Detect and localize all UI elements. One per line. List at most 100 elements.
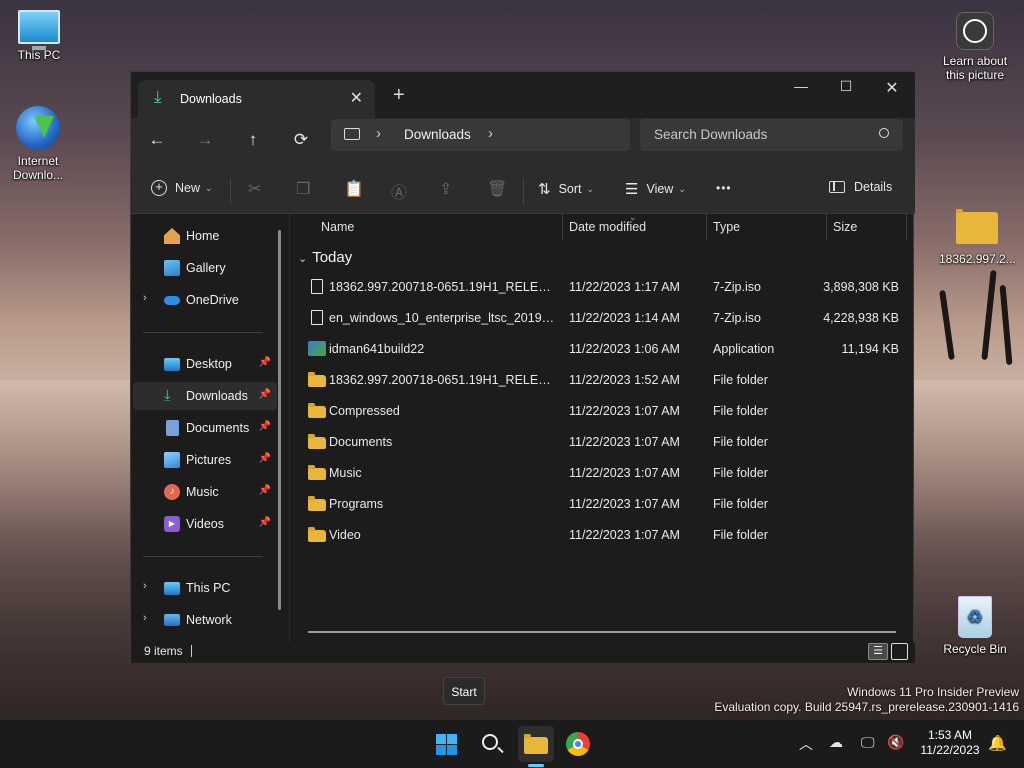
column-header-type[interactable]: Type [713,220,740,234]
desktop-icon-label: Internet Downlo... [12,154,64,182]
table-row[interactable]: Documents 11/22/2023 1:07 AM File folder [290,427,915,458]
minimize-button[interactable]: — [778,78,824,94]
desktop-icon-recycle-bin[interactable]: ♻ Recycle Bin [939,596,1011,656]
onedrive-offline-icon[interactable]: ☁ [829,734,843,751]
gallery-icon [164,260,180,276]
show-hidden-icons-chevron[interactable]: ︿ [799,734,813,754]
tiles-view-icon[interactable] [891,643,908,660]
new-button[interactable]: + New ⌄ [151,180,213,196]
search-icon [879,128,889,138]
sidebar-item-desktop[interactable]: Desktop 📌 [133,350,277,378]
desktop-icon-label: Learn about this picture [942,54,1008,82]
maximize-button[interactable]: ☐ [823,78,869,95]
column-separator[interactable] [906,214,907,240]
column-header-date-modified[interactable]: Date modified [569,220,646,234]
desktop-icon-internet-download-manager[interactable]: Internet Downlo... [2,106,74,182]
table-row[interactable]: 18362.997.200718-0651.19H1_RELEASE_SVC_R… [290,365,915,396]
start-button[interactable] [428,726,464,762]
desktop-icon-label: This PC [17,48,61,62]
volume-muted-icon[interactable]: 🔇 [887,734,904,751]
paste-icon[interactable]: 📋 [344,179,364,199]
sidebar-item-videos[interactable]: ▶ Videos 📌 [133,510,277,538]
evaluation-watermark: Windows 11 Pro Insider Preview Evaluatio… [714,685,1019,715]
table-row[interactable]: Programs 11/22/2023 1:07 AM File folder [290,489,915,520]
search-input[interactable]: Search Downloads [640,119,903,151]
details-pane-button[interactable]: Details [829,180,892,194]
pin-icon[interactable]: 📌 [259,453,271,464]
rename-icon[interactable]: Ⓐ [391,179,407,203]
desktop-icon-folder[interactable]: 18362.997.2... [939,208,1016,266]
new-tab-button[interactable]: + [393,84,405,107]
breadcrumb-separator[interactable]: › [488,125,493,142]
breadcrumb-downloads[interactable]: Downloads [404,127,471,142]
notification-bell-icon[interactable]: 🔔 [988,734,1007,752]
up-button[interactable]: ↑ [238,130,268,150]
search-placeholder: Search Downloads [654,127,768,142]
sidebar-item-this-pc[interactable]: › This PC [133,574,277,602]
copy-icon[interactable]: ❐ [296,179,310,199]
chevron-down-icon: ⌄ [678,183,686,194]
sidebar-item-gallery[interactable]: Gallery [133,254,277,282]
tab-close-button[interactable]: ✕ [350,88,363,108]
sidebar-item-music[interactable]: ♪ Music 📌 [133,478,277,506]
application-icon [308,341,326,356]
more-options-button[interactable]: ••• [716,181,732,195]
sidebar-item-home[interactable]: Home [133,222,277,250]
desktop-icon-learn-about-picture[interactable]: Learn about this picture [939,12,1011,82]
sidebar-item-network[interactable]: › Network [133,606,277,634]
monitor-icon [344,128,360,140]
chevron-right-icon[interactable]: › [143,292,147,304]
pin-icon[interactable]: 📌 [259,389,271,400]
sidebar-item-onedrive[interactable]: › OneDrive [133,286,277,314]
chrome-taskbar-button[interactable] [560,726,596,762]
table-row[interactable]: Video 11/22/2023 1:07 AM File folder [290,520,915,551]
search-button[interactable] [473,726,509,762]
pin-icon[interactable]: 📌 [259,517,271,528]
table-row[interactable]: Compressed 11/22/2023 1:07 AM File folder [290,396,915,427]
sidebar-scrollbar[interactable] [278,230,281,610]
sidebar-item-label: Pictures [186,453,232,467]
sidebar-item-downloads[interactable]: ⤓ Downloads 📌 [133,382,277,410]
table-row[interactable]: 18362.997.200718-0651.19H1_RELEASE_SVC_R… [290,272,915,303]
sort-icon: ⇅ [538,181,551,198]
close-button[interactable]: ✕ [869,78,915,98]
share-icon[interactable]: ⇪ [439,179,452,199]
address-bar[interactable]: › Downloads › [331,119,630,151]
navigation-pane: Home Gallery › OneDrive Desktop 📌 ⤓ Down… [131,214,290,642]
tab-downloads[interactable]: ⤓ Downloads ✕ [138,80,375,118]
table-row[interactable]: Music 11/22/2023 1:07 AM File folder [290,458,915,489]
back-button[interactable]: ← [142,130,172,150]
sidebar-item-label: Desktop [186,357,232,371]
table-row[interactable]: idman641build22 11/22/2023 1:06 AM Applica… [290,334,915,365]
column-header-name[interactable]: Name [321,220,354,234]
details-view-icon[interactable]: ☰ [868,643,888,660]
clock[interactable]: 1:53 AM 11/22/2023 [914,728,986,758]
column-separator[interactable] [706,214,707,240]
file-type: File folder [713,528,768,542]
file-name: 18362.997.200718-0651.19H1_RELEASE_SVC_R… [329,280,555,294]
pin-icon[interactable]: 📌 [259,485,271,496]
chevron-right-icon[interactable]: › [143,612,147,624]
horizontal-scrollbar[interactable] [308,631,896,633]
view-button[interactable]: ☰ View ⌄ [625,180,686,198]
table-row[interactable]: en_windows_10_enterprise_ltsc_2019_x64_d… [290,303,915,334]
sidebar-item-documents[interactable]: Documents 📌 [133,414,277,442]
network-monitor-icon[interactable]: 🖵 [861,734,875,751]
column-header-size[interactable]: Size [833,220,857,234]
forward-button[interactable]: → [190,130,220,150]
column-separator[interactable] [562,214,563,240]
sidebar-item-pictures[interactable]: Pictures 📌 [133,446,277,474]
group-header-today[interactable]: ⌄ Today [298,249,352,266]
column-separator[interactable] [826,214,827,240]
delete-icon[interactable]: 🗑 [487,179,507,199]
desktop-icon-this-pc[interactable]: This PC [3,10,75,62]
folder-icon [308,372,326,387]
sort-button[interactable]: ⇅ Sort ⌄ [538,180,594,198]
chevron-right-icon[interactable]: › [143,580,147,592]
desktop-icon-label: Recycle Bin [943,642,1007,656]
cut-icon[interactable]: ✂ [248,179,261,199]
file-explorer-taskbar-button[interactable] [518,726,554,762]
pin-icon[interactable]: 📌 [259,357,271,368]
refresh-button[interactable]: ⟳ [286,130,316,150]
pin-icon[interactable]: 📌 [259,421,271,432]
